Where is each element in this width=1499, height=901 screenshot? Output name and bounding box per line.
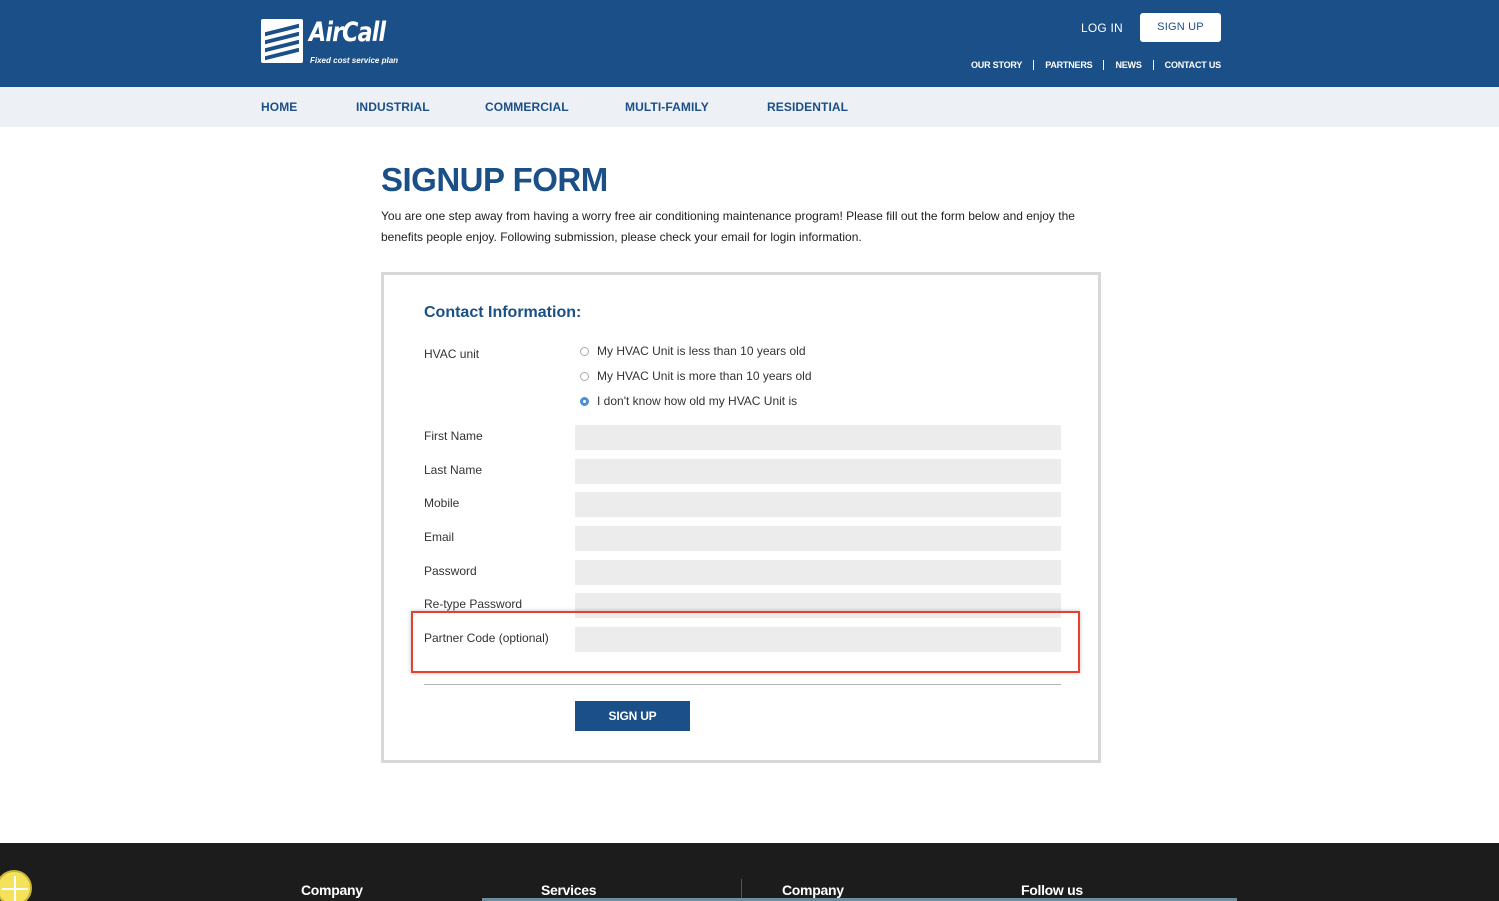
nav-item-commercial[interactable]: COMMERCIAL — [485, 100, 569, 114]
page-title: SIGNUP FORM — [381, 161, 608, 198]
mobile-label: Mobile — [424, 496, 460, 510]
email-label: Email — [424, 530, 455, 544]
site-header: AirCall Fixed cost service plan LOG IN S… — [0, 0, 1499, 87]
footer-heading-company: Company — [301, 882, 363, 898]
radio-button[interactable] — [580, 346, 589, 356]
util-separator — [1152, 60, 1154, 70]
mobile-field[interactable] — [575, 492, 1061, 517]
radio-label: I don't know how old my HVAC Unit is — [597, 394, 798, 408]
nav-item-home[interactable]: HOME — [261, 100, 297, 114]
hvac-label: HVAC unit — [424, 347, 480, 361]
section-heading: Contact Information: — [424, 304, 582, 321]
radio-label: My HVAC Unit is less than 10 years old — [597, 344, 806, 358]
form-divider — [424, 684, 1061, 685]
aircall-logo[interactable]: AirCall Fixed cost service plan — [261, 17, 398, 65]
first-name-field[interactable] — [575, 425, 1061, 450]
footer-heading-follow-us: Follow us — [1021, 882, 1083, 898]
logo-icon — [261, 19, 303, 63]
main-nav: HOME INDUSTRIAL COMMERCIAL MULTI-FAMILY … — [0, 87, 1499, 127]
password-label: Password — [424, 564, 477, 578]
util-link-contact-us[interactable]: CONTACT US — [1165, 60, 1222, 70]
signup-form: Contact Information: HVAC unit My HVAC U… — [381, 272, 1101, 763]
login-link[interactable]: LOG IN — [1081, 21, 1123, 35]
nav-item-industrial[interactable]: INDUSTRIAL — [356, 100, 430, 114]
last-name-label: Last Name — [424, 463, 483, 477]
password-field[interactable] — [575, 560, 1061, 585]
hvac-option-more-10[interactable]: My HVAC Unit is more than 10 years old — [580, 369, 812, 383]
hvac-option-unknown[interactable]: I don't know how old my HVAC Unit is — [580, 394, 797, 408]
radio-label: My HVAC Unit is more than 10 years old — [597, 369, 812, 383]
util-link-partners[interactable]: PARTNERS — [1045, 60, 1092, 70]
utility-nav: OUR STORY PARTNERS NEWS CONTACT US — [971, 60, 1221, 70]
util-separator — [1033, 60, 1035, 70]
util-link-news[interactable]: NEWS — [1115, 60, 1141, 70]
hvac-option-less-10[interactable]: My HVAC Unit is less than 10 years old — [580, 344, 806, 358]
header-signup-button[interactable]: SIGN UP — [1140, 13, 1221, 42]
radio-button[interactable] — [580, 371, 589, 381]
util-link-our-story[interactable]: OUR STORY — [971, 60, 1022, 70]
partner-code-highlight — [411, 611, 1080, 673]
site-footer: Company Services Company Follow us — [0, 843, 1499, 901]
first-name-label: First Name — [424, 429, 483, 443]
retype-password-label: Re-type Password — [424, 597, 523, 611]
footer-heading-services: Services — [541, 882, 597, 898]
util-separator — [1103, 60, 1105, 70]
last-name-field[interactable] — [575, 459, 1061, 484]
email-field[interactable] — [575, 526, 1061, 551]
radio-button-selected[interactable] — [580, 396, 589, 406]
footer-heading-company-2: Company — [782, 882, 844, 898]
logo-wordmark: AirCall — [309, 17, 386, 48]
logo-tagline: Fixed cost service plan — [310, 56, 399, 65]
intro-text: You are one step away from having a worr… — [381, 209, 1075, 244]
signup-submit-button[interactable]: SIGN UP — [575, 701, 690, 731]
nav-item-residential[interactable]: RESIDENTIAL — [767, 100, 848, 114]
nav-item-multi-family[interactable]: MULTI-FAMILY — [625, 100, 709, 114]
